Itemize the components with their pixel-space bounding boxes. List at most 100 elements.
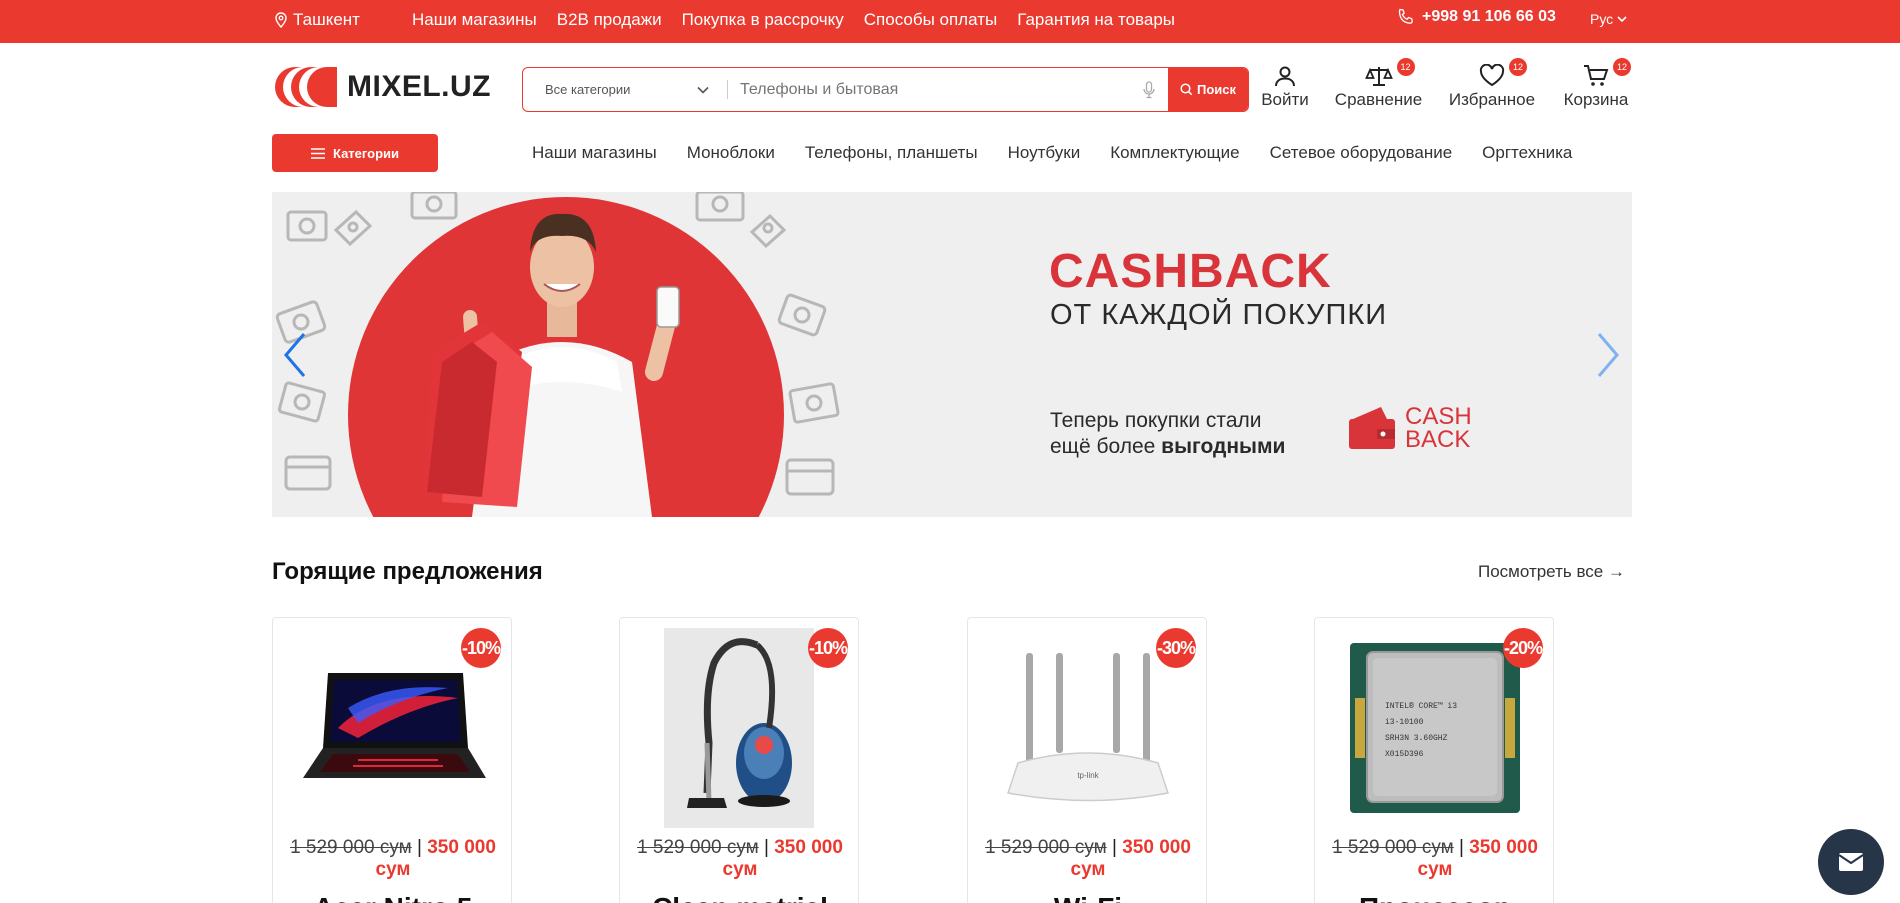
favorites-label: Избранное [1448,90,1536,109]
language-label: Рус [1590,11,1614,27]
hamburger-menu-icon [310,147,325,159]
search-input-wrap [728,68,1168,111]
search-button-label: Поиск [1196,82,1236,97]
new-price: 350 000 [1469,837,1538,858]
site-logo[interactable]: MIXEL.UZ [275,66,491,108]
language-selector[interactable]: Рус [1590,11,1627,27]
vacuum-cleaner-icon [687,638,792,808]
banner-text-line1: Теперь покупки стали [1050,409,1262,432]
banner-text-line2-prefix: ещё более [1050,435,1162,458]
banner-text-line2-bold: выгодными [1161,435,1286,458]
discount-badge: -20% [1503,628,1543,668]
logo-mark-icon [275,67,337,107]
favorites-button[interactable]: 12 Избранное [1444,58,1540,110]
cpu-marking-line3: SRH3N 3.60GHZ [1385,734,1448,743]
new-price: 350 000 [1122,837,1191,858]
old-price: 1 529 000 сум [985,837,1107,858]
compare-icon-wrap: 12 [1364,58,1415,90]
old-price: 1 529 000 сум [290,837,412,858]
categories-button[interactable]: Категории [272,134,438,172]
top-link-payment[interactable]: Способы оплаты [864,10,997,30]
city-label: Ташкент [293,10,360,29]
product-card[interactable]: -10% 1 529 000 сум | 350 000 сум Acer Ni… [272,617,512,903]
banner-subtitle: ОТ КАЖДОЙ ПОКУПКИ [1050,299,1388,331]
nav-item-network[interactable]: Сетевое оборудование [1270,143,1453,163]
top-link-warranty[interactable]: Гарантия на товары [1017,10,1175,30]
cart-count-badge: 12 [1613,58,1631,76]
cashback-logo: CASH BACK [1347,403,1472,453]
cart-button[interactable]: 12 Корзина [1558,58,1634,110]
chat-button[interactable] [1818,829,1884,895]
router-icon: tp-link [1007,653,1169,802]
currency: сум [722,859,758,880]
favorites-icon-wrap: 12 [1479,58,1527,90]
top-link-stores[interactable]: Наши магазины [412,10,537,30]
carousel-prev-arrow-icon[interactable] [280,330,310,380]
top-link-b2b[interactable]: B2B продажи [557,10,662,30]
logo-text: MIXEL.UZ [347,70,491,103]
new-price: 350 000 [427,837,496,858]
search-button[interactable]: Поиск [1168,68,1248,111]
nav-item-stores[interactable]: Наши магазины [532,143,657,163]
product-name[interactable]: Wi-Fi [968,892,1208,903]
favorites-count-badge: 12 [1509,58,1527,76]
top-bar: Ташкент Наши магазины B2B продажи Покупк… [0,0,1900,43]
product-price: 1 529 000 сум | 350 000 сум [1332,837,1538,880]
product-card[interactable]: INTEL® CORE™ i3 i3-10100 SRH3N 3.60GHZ X… [1314,617,1554,903]
banner-text: Теперь покупки стали ещё более выгодными [1050,408,1285,460]
main-nav: Наши магазины Моноблоки Телефоны, планше… [532,143,1572,163]
cpu-icon: INTEL® CORE™ i3 i3-10100 SRH3N 3.60GHZ X… [1350,643,1520,813]
product-price: 1 529 000 сум | 350 000 сум [985,837,1191,880]
compare-button[interactable]: 12 Сравнение [1330,58,1427,110]
cart-icon [1584,65,1609,86]
currency: сум [1070,859,1106,880]
chevron-down-icon [1617,16,1627,23]
nav-item-phones[interactable]: Телефоны, планшеты [805,143,978,163]
cart-icon-wrap: 12 [1583,58,1631,90]
laptop-icon [303,673,486,778]
search-category-select[interactable]: Все категории [523,68,727,111]
phone-number: +998 91 106 66 03 [1422,8,1556,25]
microphone-icon[interactable] [1142,80,1156,99]
product-name[interactable]: Clean matrial [620,892,860,903]
currency: сум [1417,859,1453,880]
nav-item-laptops[interactable]: Ноутбуки [1008,143,1081,163]
discount-badge: -10% [461,628,501,668]
product-name[interactable]: Acer Nitro 5 [273,892,513,903]
router-brand: tp-link [1077,771,1099,780]
top-link-installment[interactable]: Покупка в рассрочку [682,10,844,30]
product-card[interactable]: tp-link -30% 1 529 000 сум | 350 000 сум… [967,617,1207,903]
cpu-marking-line1: INTEL® CORE™ i3 [1385,702,1457,711]
old-price: 1 529 000 сум [1332,837,1454,858]
product-card[interactable]: -10% 1 529 000 сум | 350 000 сум Clean m… [619,617,859,903]
old-price: 1 529 000 сум [637,837,759,858]
wallet-icon [1349,407,1395,449]
promo-banner[interactable]: CASHBACK ОТ КАЖДОЙ ПОКУПКИ Теперь покупк… [272,192,1632,517]
currency: сум [375,859,411,880]
cashback-logo-word2: BACK [1405,426,1471,453]
login-button[interactable]: Войти [1260,62,1310,110]
phone-icon [1398,8,1413,24]
smiling-man-with-shopping-bags-icon [422,213,680,517]
user-icon [1275,66,1295,87]
envelope-icon [1838,853,1864,871]
nav-item-monoblocks[interactable]: Моноблоки [687,143,775,163]
see-all-link[interactable]: Посмотреть все → [1478,562,1625,582]
search-input[interactable] [740,80,1142,99]
city-selector[interactable]: Ташкент [274,10,360,30]
login-label: Войти [1261,90,1309,109]
nav-item-office[interactable]: Оргтехника [1482,143,1572,163]
cpu-marking-line2: i3-10100 [1385,718,1424,727]
banner-title: CASHBACK [1049,245,1332,298]
categories-label: Категории [332,145,400,161]
product-name[interactable]: Процессор [1315,892,1555,903]
nav-item-components[interactable]: Комплектующие [1110,143,1239,163]
product-image [664,628,814,828]
new-price: 350 000 [774,837,843,858]
cashback-logo-word1: CASH [1405,403,1472,430]
carousel-next-arrow-icon[interactable] [1593,330,1623,380]
phone-link[interactable]: +998 91 106 66 03 [1396,7,1556,27]
cart-label: Корзина [1563,90,1629,109]
cpu-marking-line4: X015D396 [1385,750,1424,759]
chevron-down-icon [697,86,709,94]
